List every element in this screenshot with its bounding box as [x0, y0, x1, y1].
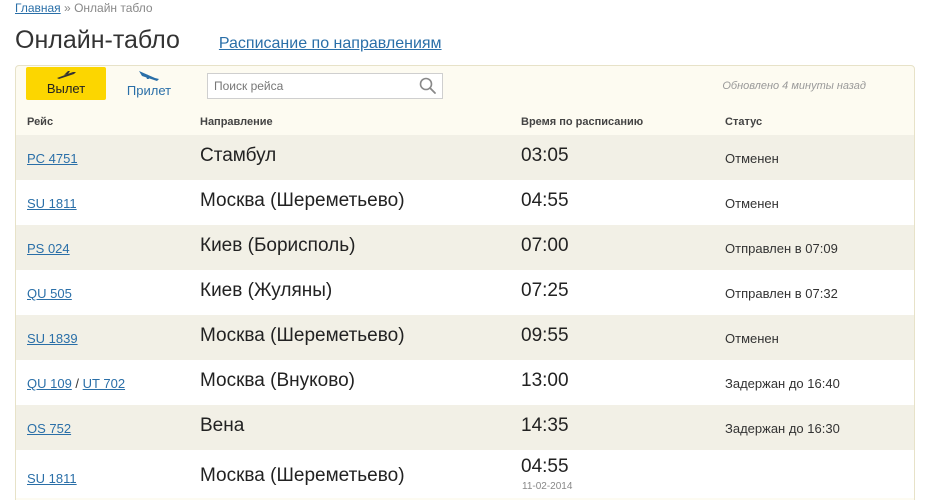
flight-cell: SU 1811 — [27, 196, 77, 211]
tab-arrival-label: Прилет — [126, 83, 172, 98]
direction-cell: Стамбул — [200, 145, 277, 166]
tab-departure[interactable]: Вылет — [26, 67, 106, 100]
direction-cell: Москва (Шереметьево) — [200, 465, 405, 486]
time-cell: 07:25 — [521, 280, 569, 301]
flight-cell: QU 505 — [27, 286, 72, 301]
flight-number-link[interactable]: PC 4751 — [27, 151, 78, 166]
flight-board: Вылет Прилет Обновлено 4 минуты назад Ре… — [15, 65, 915, 500]
breadcrumb-current: Онлайн табло — [74, 1, 153, 15]
time-cell: 07:00 — [521, 235, 569, 256]
column-direction: Направление — [200, 116, 273, 128]
flight-cell: OS 752 — [27, 421, 71, 436]
time-cell: 09:55 — [521, 325, 569, 346]
flight-cell: PS 024 — [27, 241, 70, 256]
schedule-by-direction-link[interactable]: Расписание по направлениям — [219, 35, 442, 53]
status-cell: Задержан до 16:30 — [725, 421, 840, 436]
flight-number-link[interactable]: PS 024 — [27, 241, 70, 256]
column-status: Статус — [725, 116, 763, 128]
table-row: PS 024 Киев (Борисполь) 07:00 Отправлен … — [16, 225, 914, 270]
tab-arrival[interactable]: Прилет — [109, 67, 189, 100]
table-row: OS 752 Вена 14:35 Задержан до 16:30 — [16, 405, 914, 450]
breadcrumb-home-link[interactable]: Главная — [15, 1, 61, 15]
page-title: Онлайн-табло — [15, 26, 180, 54]
title-row: Онлайн-табло Расписание по направлениям — [15, 26, 442, 55]
departure-plane-icon — [57, 71, 76, 79]
flight-cell: SU 1839 — [27, 331, 78, 346]
flight-cell: QU 109 / UT 702 — [27, 376, 125, 391]
search-icon[interactable] — [419, 77, 437, 95]
flight-number-link[interactable]: QU 505 — [27, 286, 72, 301]
table-row: QU 109 / UT 702 Москва (Внуково) 13:00 З… — [16, 360, 914, 405]
flight-cell: SU 1811 — [27, 471, 77, 486]
direction-cell: Киев (Борисполь) — [200, 235, 356, 256]
table-row: SU 1811 Москва (Шереметьево) 04:55 11-02… — [16, 450, 914, 498]
status-cell: Отменен — [725, 151, 779, 166]
time-cell: 04:55 — [521, 190, 569, 211]
time-cell: 03:05 — [521, 145, 569, 166]
board-toolbar: Вылет Прилет Обновлено 4 минуты назад — [16, 66, 914, 108]
time-cell: 04:55 — [521, 456, 569, 477]
direction-cell: Москва (Шереметьево) — [200, 190, 405, 211]
codeshare-flight-link[interactable]: UT 702 — [83, 376, 125, 391]
arrival-plane-icon — [139, 71, 159, 81]
direction-cell: Киев (Жуляны) — [200, 280, 333, 301]
flight-search-input[interactable] — [208, 74, 408, 98]
status-cell: Отправлен в 07:09 — [725, 241, 838, 256]
breadcrumb: Главная » Онлайн табло — [15, 1, 153, 15]
column-time: Время по расписанию — [521, 116, 644, 128]
time-cell: 13:00 — [521, 370, 569, 391]
flight-search — [207, 73, 443, 99]
flight-number-link[interactable]: SU 1811 — [27, 196, 77, 211]
updated-time: Обновлено 4 минуты назад — [722, 80, 866, 92]
column-flight: Рейс — [27, 116, 54, 128]
table-row: SU 1811 Москва (Шереметьево) 04:55 Отмен… — [16, 180, 914, 225]
flight-number-link[interactable]: SU 1811 — [27, 471, 77, 486]
status-cell: Отправлен в 07:32 — [725, 286, 838, 301]
table-row: PC 4751 Стамбул 03:05 Отменен — [16, 135, 914, 180]
status-cell: Отменен — [725, 196, 779, 211]
flight-number-link[interactable]: SU 1839 — [27, 331, 78, 346]
direction-cell: Москва (Шереметьево) — [200, 325, 405, 346]
date-cell: 11-02-2014 — [522, 481, 573, 492]
table-row: QU 505 Киев (Жуляны) 07:25 Отправлен в 0… — [16, 270, 914, 315]
flight-number-link[interactable]: OS 752 — [27, 421, 71, 436]
direction-cell: Вена — [200, 415, 245, 436]
status-cell: Задержан до 16:40 — [725, 376, 840, 391]
flight-cell: PC 4751 — [27, 151, 78, 166]
tab-departure-label: Вылет — [46, 81, 86, 96]
flight-number-link[interactable]: QU 109 — [27, 376, 72, 391]
codeshare-separator: / — [71, 376, 83, 391]
table-header: Рейс Направление Время по расписанию Ста… — [16, 108, 914, 135]
status-cell: Отменен — [725, 331, 779, 346]
direction-cell: Москва (Внуково) — [200, 370, 356, 391]
breadcrumb-separator: » — [64, 1, 71, 15]
time-cell: 14:35 — [521, 415, 569, 436]
table-row: SU 1839 Москва (Шереметьево) 09:55 Отмен… — [16, 315, 914, 360]
